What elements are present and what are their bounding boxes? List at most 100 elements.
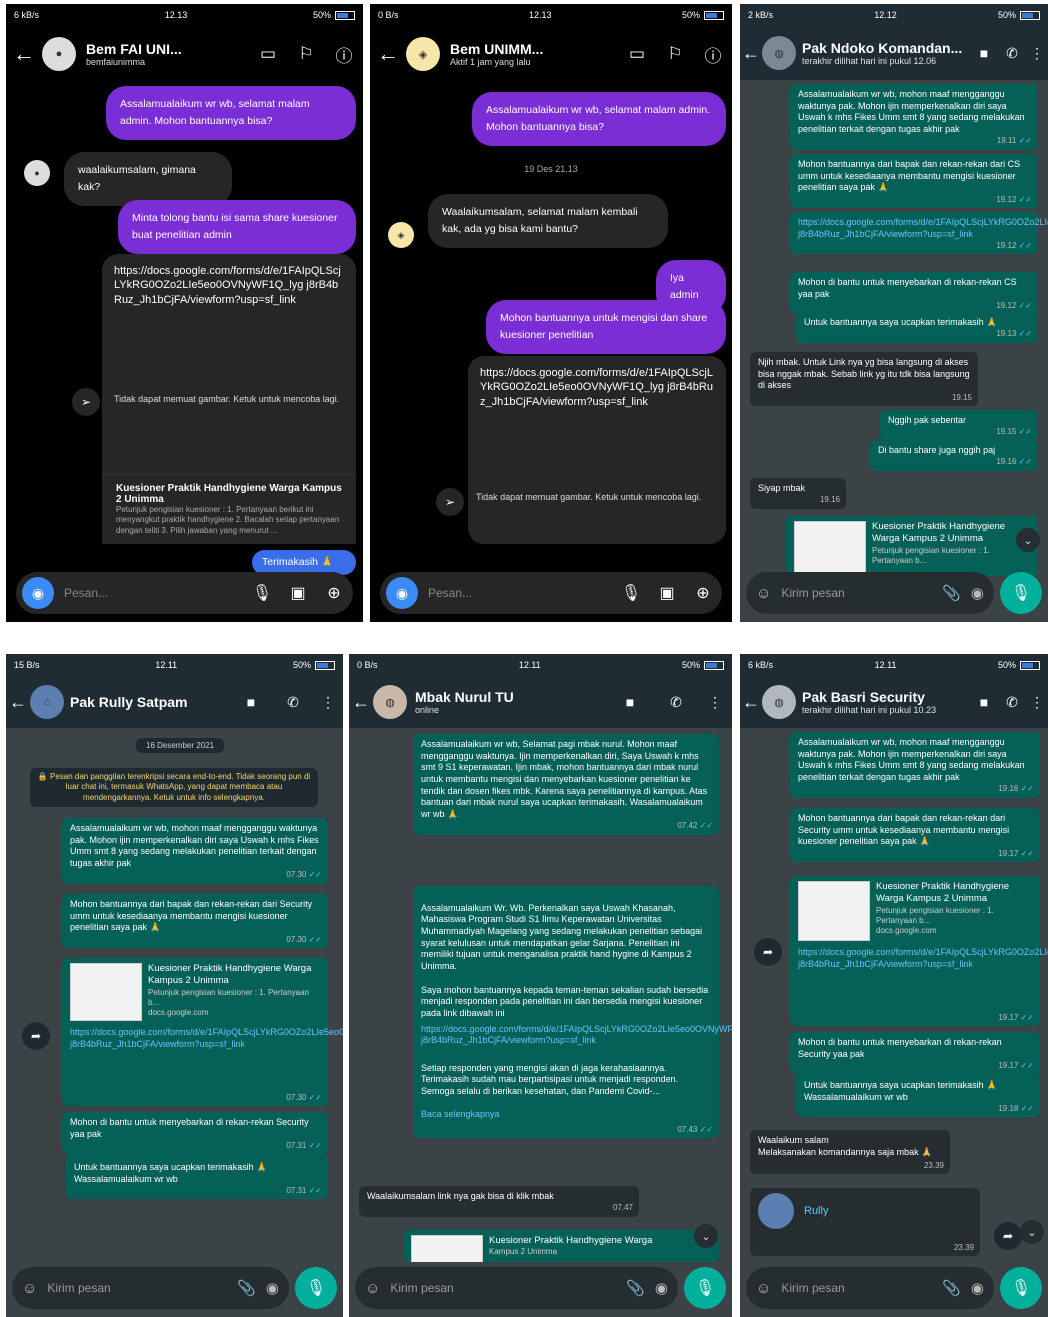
- more-options-icon[interactable]: ⋮: [1026, 45, 1048, 62]
- camera-icon[interactable]: ◉: [971, 1279, 984, 1297]
- link-url[interactable]: https://docs.google.com/forms/d/e/1FAIpQ…: [468, 356, 726, 419]
- link-preview-message[interactable]: https://docs.google.com/forms/d/e/1FAIpQ…: [102, 254, 356, 544]
- contact-name[interactable]: Mbak Nurul TU: [415, 689, 606, 705]
- avatar[interactable]: ◍: [762, 36, 796, 70]
- back-arrow-icon[interactable]: ←: [370, 41, 406, 67]
- link-url[interactable]: https://docs.google.com/forms/d/e/1FAIpQ…: [102, 254, 356, 317]
- message-bubble[interactable]: Mohon bantuannya dari bapak dan rekan-re…: [790, 808, 1040, 863]
- message-bubble[interactable]: https://docs.google.com/forms/d/e/1FAIpQ…: [790, 212, 1048, 255]
- read-more-link[interactable]: Baca selengkapnya: [421, 1109, 500, 1119]
- message-link[interactable]: https://docs.google.com/forms/d/e/1FAIpQ…: [798, 947, 1048, 969]
- avatar[interactable]: ●: [42, 37, 76, 71]
- message-bubble[interactable]: Assalamualaikum wr wb, selamat malam adm…: [106, 86, 356, 140]
- back-arrow-icon[interactable]: ←: [740, 43, 762, 64]
- contact-name[interactable]: Pak Basri Security: [802, 689, 970, 705]
- link-preview-message[interactable]: https://docs.google.com/forms/d/e/1FAIpQ…: [468, 356, 726, 544]
- message-bubble[interactable]: Assalamualaikum wr wb, mohon maaf mengga…: [790, 732, 1040, 798]
- microphone-icon[interactable]: 🎙: [618, 583, 644, 603]
- forward-icon[interactable]: ➦: [754, 938, 782, 966]
- camera-icon[interactable]: ◉: [266, 1279, 279, 1297]
- message-bubble[interactable]: Di bantu share juga nggih paj 19.16 ✓✓: [870, 440, 1038, 471]
- message-bubble[interactable]: Assalamualaikum Wr. Wb. Perkenalkan saya…: [413, 886, 732, 1138]
- message-bubble[interactable]: Mohon di bantu untuk menyebarkan di reka…: [790, 272, 1038, 315]
- share-icon[interactable]: ➢: [72, 388, 100, 416]
- forward-icon[interactable]: ➦: [994, 1222, 1022, 1250]
- message-bubble[interactable]: Nggih pak sebentar 19.15 ✓✓: [880, 410, 1038, 441]
- message-bubble[interactable]: Untuk bantuannya saya ucapkan terimakasi…: [796, 312, 1038, 343]
- video-call-icon[interactable]: ■: [606, 694, 654, 710]
- message-input[interactable]: Kirim pesan: [781, 586, 932, 600]
- contact-name[interactable]: Bem FAI UNI...: [86, 41, 249, 57]
- avatar[interactable]: ⌂: [30, 685, 64, 719]
- camera-icon[interactable]: ◉: [655, 1279, 668, 1297]
- link-preview-message[interactable]: Kuesioner Praktik Handhygiene Warga Kampu…: [403, 1230, 719, 1262]
- message-bubble[interactable]: Mohon bantuannya dari bapak dan rekan-re…: [790, 154, 1038, 209]
- message-bubble[interactable]: Mohon bantuannya dari bapak dan rekan-re…: [62, 894, 328, 949]
- info-icon[interactable]: ⓘ: [325, 42, 363, 67]
- message-bubble[interactable]: Mohon di bantu untuk menyebarkan di reka…: [62, 1112, 328, 1155]
- report-flag-icon[interactable]: ⚐: [656, 44, 694, 64]
- avatar[interactable]: ◍: [373, 685, 407, 719]
- video-call-icon[interactable]: ▭: [618, 44, 656, 64]
- camera-icon[interactable]: ◉: [386, 577, 418, 609]
- message-input[interactable]: Kirim pesan: [390, 1281, 616, 1295]
- add-icon[interactable]: ⊕: [321, 583, 347, 603]
- emoji-icon[interactable]: ☺: [756, 585, 771, 602]
- link-preview-message[interactable]: Kuesioner Praktik Handhygiene Warga Kamp…: [62, 958, 343, 1106]
- emoji-icon[interactable]: ☺: [22, 1280, 37, 1297]
- gallery-icon[interactable]: ▣: [285, 583, 311, 603]
- image-load-error[interactable]: Tidak dapat memuat gambar. Ketuk untuk m…: [114, 394, 339, 404]
- attach-icon[interactable]: 📎: [942, 1279, 961, 1297]
- camera-icon[interactable]: ◉: [971, 584, 984, 602]
- microphone-icon[interactable]: 🎙: [684, 1267, 726, 1309]
- back-arrow-icon[interactable]: ←: [740, 692, 762, 713]
- microphone-icon[interactable]: 🎙: [1000, 1267, 1042, 1309]
- message-bubble[interactable]: waalaikumsalam, gimana kak?: [64, 152, 232, 206]
- microphone-icon[interactable]: 🎙: [1000, 572, 1042, 614]
- message-bubble[interactable]: Mohon bantuannya untuk mengisi dan share…: [486, 300, 726, 354]
- link-preview-message[interactable]: Kuesioner Praktik Handhygiene Warga Kamp…: [786, 516, 1038, 576]
- message-bubble[interactable]: Rully 23.39: [750, 1188, 980, 1256]
- camera-icon[interactable]: ◉: [22, 577, 54, 609]
- message-bubble[interactable]: Njih mbak. Untuk Link nya yg bisa langsu…: [750, 352, 978, 407]
- microphone-icon[interactable]: 🎙: [249, 583, 275, 603]
- add-icon[interactable]: ⊕: [690, 583, 716, 603]
- message-bubble[interactable]: Untuk bantuannya saya ucapkan terimakasi…: [66, 1154, 328, 1200]
- shared-contact-name[interactable]: Rully: [804, 1204, 828, 1218]
- contact-name[interactable]: Pak Ndoko Komandan...: [802, 40, 970, 56]
- scroll-down-icon[interactable]: ⌄: [1020, 1220, 1044, 1244]
- video-call-icon[interactable]: ▭: [249, 44, 287, 64]
- gallery-icon[interactable]: ▣: [654, 583, 680, 603]
- encryption-notice[interactable]: 🔒 Pesan dan panggilan terenkripsi secara…: [30, 768, 318, 808]
- back-arrow-icon[interactable]: ←: [6, 41, 42, 67]
- scroll-down-icon[interactable]: ⌄: [1016, 528, 1040, 552]
- phone-icon[interactable]: ✆: [998, 45, 1026, 62]
- message-bubble[interactable]: Waalaikumsalam link nya gak bisa di klik…: [359, 1186, 639, 1217]
- message-bubble[interactable]: Assalamualaikum wr wb, mohon maaf mengga…: [790, 84, 1038, 150]
- message-bubble[interactable]: Mohon di bantu untuk menyebarkan di reka…: [790, 1032, 1040, 1075]
- message-bubble[interactable]: Untuk bantuannya saya ucapkan terimakasi…: [796, 1072, 1040, 1118]
- video-call-icon[interactable]: ■: [970, 694, 998, 710]
- report-flag-icon[interactable]: ⚐: [287, 44, 325, 64]
- phone-icon[interactable]: ✆: [273, 694, 313, 711]
- contact-name[interactable]: Pak Rully Satpam: [70, 694, 229, 710]
- avatar[interactable]: ◈: [406, 37, 440, 71]
- more-options-icon[interactable]: ⋮: [313, 694, 343, 711]
- message-link[interactable]: https://docs.google.com/forms/d/e/1FAIpQ…: [421, 1024, 732, 1047]
- message-link[interactable]: https://docs.google.com/forms/d/e/1FAIpQ…: [70, 1027, 343, 1049]
- emoji-icon[interactable]: ☺: [756, 1280, 771, 1297]
- message-input[interactable]: Pesan...: [64, 586, 239, 600]
- message-bubble[interactable]: Waalaikumsalam, selamat malam kembali ka…: [428, 194, 668, 248]
- more-options-icon[interactable]: ⋮: [698, 694, 732, 711]
- message-bubble[interactable]: Waalaikum salam Melaksanakan komandannya…: [750, 1130, 950, 1175]
- attach-icon[interactable]: 📎: [626, 1279, 645, 1297]
- message-bubble[interactable]: Assalamualaikum wr wb, Selamat pagi mbak…: [413, 734, 719, 835]
- info-icon[interactable]: ⓘ: [694, 42, 732, 67]
- microphone-icon[interactable]: 🎙: [295, 1267, 337, 1309]
- video-call-icon[interactable]: ■: [970, 45, 998, 61]
- contact-name[interactable]: Bem UNIMM...: [450, 41, 618, 57]
- attach-icon[interactable]: 📎: [942, 584, 961, 602]
- message-bubble[interactable]: Minta tolong bantu isi sama share kuesio…: [118, 200, 356, 254]
- video-call-icon[interactable]: ■: [229, 694, 273, 710]
- message-input[interactable]: Pesan...: [428, 586, 608, 600]
